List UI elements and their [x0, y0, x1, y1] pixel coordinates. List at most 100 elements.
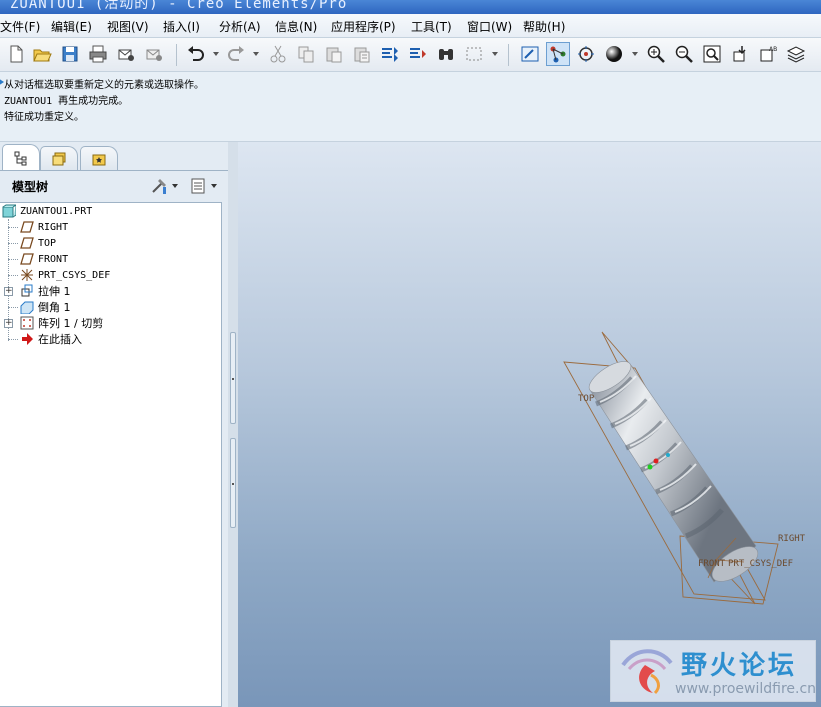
tree-connector	[8, 227, 18, 228]
tree-item-label: 倒角 1	[38, 301, 71, 314]
shading-icon[interactable]	[602, 42, 626, 66]
tree-item-label: FRONT	[38, 253, 69, 265]
save-icon[interactable]	[58, 42, 82, 66]
forum-logo-icon	[621, 649, 673, 695]
tree-connector	[8, 307, 18, 308]
drill-part[interactable]	[584, 356, 763, 589]
tree-settings-button[interactable]	[150, 176, 180, 196]
select-box-icon[interactable]	[462, 42, 486, 66]
tree-item-front[interactable]: FRONT	[20, 251, 68, 267]
print-icon[interactable]	[86, 42, 110, 66]
redo-dropdown-icon[interactable]	[253, 52, 259, 56]
zoom-in-icon[interactable]	[644, 42, 668, 66]
tree-expander[interactable]: +	[4, 319, 13, 328]
tree-expander[interactable]: +	[4, 287, 13, 296]
menu-help[interactable]: 帮助(H)	[523, 18, 565, 35]
tree-item-csys[interactable]: PRT_CSYS_DEF	[20, 267, 110, 283]
regenerate-icon[interactable]	[378, 42, 402, 66]
forum-watermark: 野火论坛 www.proewildfire.cn	[610, 640, 816, 702]
title-bar: ZUANTOU1 (活动的) - Creo Elements/Pro	[0, 0, 821, 14]
zoom-out-icon[interactable]	[672, 42, 696, 66]
extrude-icon	[20, 284, 34, 298]
model-graphics: TOP RIGHT FRONT PRT_CSYS_DEF	[563, 331, 806, 605]
tab-favorites[interactable]	[80, 146, 118, 170]
tree-item-label: 在此插入	[38, 333, 82, 346]
paste-special-icon[interactable]	[350, 42, 374, 66]
tree-connector	[8, 275, 18, 276]
datum-label-front: FRONT	[698, 559, 726, 569]
orient-mode-icon[interactable]	[574, 42, 598, 66]
tree-item-label: 拉伸 1	[38, 285, 71, 298]
tree-item-extrude[interactable]: 拉伸 1	[20, 283, 71, 299]
tree-item-pattern[interactable]: 阵列 1 / 切剪	[20, 315, 103, 331]
model-tree: ZUANTOU1.PRT RIGHT TOP FRONT PRT_CSYS_DE…	[0, 202, 222, 707]
chamfer-icon	[20, 300, 34, 314]
undo-icon[interactable]	[184, 42, 208, 66]
menu-view[interactable]: 视图(V)	[107, 18, 149, 35]
menu-file[interactable]: 文件(F)	[0, 18, 40, 35]
chevron-down-icon	[172, 184, 178, 188]
message-line: ZUANTOU1 再生成功完成。	[4, 96, 129, 107]
tree-item-label: TOP	[38, 237, 57, 249]
datum-plane-icon	[20, 252, 34, 266]
splitter-grip[interactable]	[230, 438, 236, 528]
regenerate-manager-icon[interactable]	[406, 42, 430, 66]
datum-plane-icon	[20, 236, 34, 250]
tree-item-label: 阵列 1 / 切剪	[38, 317, 104, 330]
paste-icon[interactable]	[322, 42, 346, 66]
tree-item-right[interactable]: RIGHT	[20, 219, 68, 235]
reorient-icon[interactable]	[728, 42, 752, 66]
watermark-url: www.proewildfire.cn	[675, 681, 817, 697]
part-icon	[2, 204, 16, 218]
model-tree-header: 模型树	[0, 172, 228, 200]
main-toolbar: AB	[0, 38, 821, 72]
cut-icon[interactable]	[266, 42, 290, 66]
model-tree-title: 模型树	[12, 180, 49, 194]
menu-bar: 文件(F) 编辑(E) 视图(V) 插入(I) 分析(A) 信息(N) 应用程序…	[0, 14, 821, 38]
select-dropdown-icon[interactable]	[492, 52, 498, 56]
menu-applications[interactable]: 应用程序(P)	[331, 18, 396, 35]
find-icon[interactable]	[434, 42, 458, 66]
menu-info[interactable]: 信息(N)	[275, 18, 317, 35]
tree-item-chamfer[interactable]: 倒角 1	[20, 299, 71, 315]
redo-icon[interactable]	[224, 42, 248, 66]
email-icon[interactable]	[114, 42, 138, 66]
copy-icon[interactable]	[294, 42, 318, 66]
tree-item-insert-here[interactable]: 在此插入	[20, 331, 82, 347]
coordinate-system-icon	[20, 268, 34, 282]
spin-center-icon[interactable]	[546, 42, 570, 66]
tree-connector	[8, 339, 18, 340]
graphics-viewport[interactable]: TOP RIGHT FRONT PRT_CSYS_DEF	[238, 142, 821, 707]
undo-dropdown-icon[interactable]	[213, 52, 219, 56]
svg-text:AB: AB	[769, 46, 777, 53]
menu-window[interactable]: 窗口(W)	[467, 18, 512, 35]
message-line: 特征成功重定义。	[4, 112, 84, 123]
new-file-icon[interactable]	[4, 42, 28, 66]
tree-item-label: ZUANTOU1.PRT	[20, 205, 93, 217]
menu-analysis[interactable]: 分析(A)	[219, 18, 261, 35]
menu-edit[interactable]: 编辑(E)	[51, 18, 92, 35]
refit-icon[interactable]	[700, 42, 724, 66]
open-folder-icon[interactable]	[30, 42, 54, 66]
tree-columns-button[interactable]	[189, 176, 219, 196]
toolbar-separator	[508, 44, 509, 66]
watermark-title: 野火论坛	[681, 651, 798, 681]
splitter-grip[interactable]	[230, 332, 236, 424]
email-link-icon[interactable]	[142, 42, 166, 66]
toolbar-separator	[176, 44, 177, 66]
menu-tools[interactable]: 工具(T)	[411, 18, 452, 35]
navigator-pane: 模型树 ZUANTOU1.PRT RIGHT TOP FRONT PRT_CSY…	[0, 142, 238, 707]
tree-item-part[interactable]: ZUANTOU1.PRT	[2, 203, 92, 219]
repaint-icon[interactable]	[518, 42, 542, 66]
tree-item-top[interactable]: TOP	[20, 235, 56, 251]
tab-model-tree[interactable]	[2, 144, 40, 170]
tools-icon	[152, 179, 166, 194]
window-title: ZUANTOU1 (活动的) - Creo Elements/Pro	[10, 0, 348, 12]
saved-views-icon[interactable]: AB	[756, 42, 780, 66]
tab-folder-browser[interactable]	[40, 146, 78, 170]
shading-dropdown-icon[interactable]	[632, 52, 638, 56]
menu-insert[interactable]: 插入(I)	[163, 18, 200, 35]
pane-splitter[interactable]	[228, 142, 238, 707]
tree-connector	[8, 259, 18, 260]
layers-icon[interactable]	[784, 42, 808, 66]
